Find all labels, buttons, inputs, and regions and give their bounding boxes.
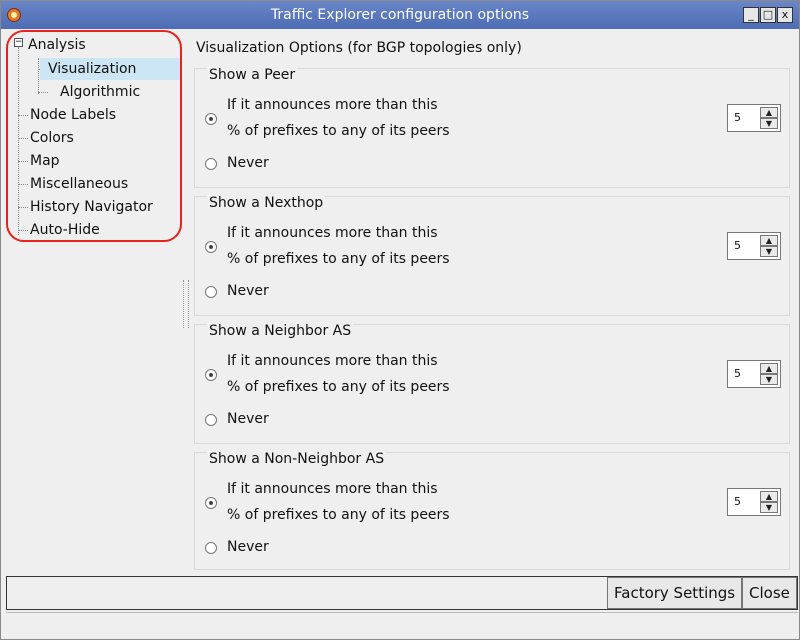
threshold-label-line2: % of prefixes to any of its peers [227,507,450,523]
spin-down-icon[interactable]: ▼ [760,374,778,385]
section-title: Show a Neighbor AS [207,323,354,339]
threshold-radio[interactable] [205,113,217,125]
spin-down-icon[interactable]: ▼ [760,246,778,257]
section-title: Show a Nexthop [207,195,326,211]
percent-spinner[interactable]: 5 ▲ ▼ [727,104,781,132]
threshold-label-line1: If it announces more than this [227,97,438,113]
section-title: Show a Peer [207,67,298,83]
spin-up-icon[interactable]: ▲ [760,491,778,502]
spinner-value: 5 [734,239,741,252]
spinner-value: 5 [734,495,741,508]
tree-item-node-labels[interactable]: Node Labels [30,104,116,126]
tree-item-history-navigator[interactable]: History Navigator [30,196,153,218]
threshold-label-line2: % of prefixes to any of its peers [227,123,450,139]
spin-down-icon[interactable]: ▼ [760,502,778,513]
maximize-button[interactable]: □ [760,7,776,23]
percent-spinner[interactable]: 5 ▲ ▼ [727,232,781,260]
spinner-value: 5 [734,111,741,124]
spin-up-icon[interactable]: ▲ [760,363,778,374]
minimize-button[interactable]: _ [743,7,759,23]
never-label: Never [227,539,269,555]
threshold-label-line2: % of prefixes to any of its peers [227,251,450,267]
never-radio[interactable] [205,542,217,554]
threshold-label-line1: If it announces more than this [227,225,438,241]
title-bar[interactable]: Traffic Explorer configuration options _… [1,1,799,29]
tree-item-visualization[interactable]: Visualization [40,58,182,80]
threshold-radio[interactable] [205,497,217,509]
section-show-nexthop: Show a Nexthop If it announces more than… [194,195,790,316]
section-title: Show a Non-Neighbor AS [207,451,387,467]
tree-connector [18,138,28,139]
spin-up-icon[interactable]: ▲ [760,107,778,118]
spin-down-icon[interactable]: ▼ [760,118,778,129]
pane-splitter[interactable] [183,280,189,328]
threshold-radio[interactable] [205,241,217,253]
spinner-value: 5 [734,367,741,380]
tree-connector [18,184,28,185]
tree-connector [38,92,48,93]
tree-connector [18,115,28,116]
never-label: Never [227,283,269,299]
never-radio[interactable] [205,158,217,170]
never-label: Never [227,411,269,427]
window-title: Traffic Explorer configuration options [270,7,530,23]
threshold-label-line1: If it announces more than this [227,353,438,369]
percent-spinner[interactable]: 5 ▲ ▼ [727,488,781,516]
percent-spinner[interactable]: 5 ▲ ▼ [727,360,781,388]
collapse-icon[interactable]: − [14,38,23,47]
tree-connector [18,207,28,208]
window-controls: _ □ x [743,7,793,23]
factory-settings-button[interactable]: Factory Settings [607,577,743,609]
tree-item-colors[interactable]: Colors [30,127,74,149]
never-label: Never [227,155,269,171]
section-show-neighbor-as: Show a Neighbor AS If it announces more … [194,323,790,444]
tree-connector [38,58,39,94]
tree-item-auto-hide[interactable]: Auto-Hide [30,219,100,241]
tree-connector [18,230,28,231]
tree-item-analysis[interactable]: Analysis [28,34,86,56]
never-radio[interactable] [205,414,217,426]
threshold-label-line1: If it announces more than this [227,481,438,497]
section-show-non-neighbor-as: Show a Non-Neighbor AS If it announces m… [194,451,790,570]
status-bar [6,612,798,639]
section-show-peer: Show a Peer If it announces more than th… [194,67,790,188]
never-radio[interactable] [205,286,217,298]
close-button[interactable]: Close [742,577,797,609]
spin-up-icon[interactable]: ▲ [760,235,778,246]
threshold-radio[interactable] [205,369,217,381]
visualization-options-panel: Visualization Options (for BGP topologie… [190,30,796,570]
tree-item-map[interactable]: Map [30,150,60,172]
tree-item-algorithmic[interactable]: Algorithmic [60,81,140,103]
close-window-button[interactable]: x [777,7,793,23]
tree-connector [18,161,28,162]
threshold-label-line2: % of prefixes to any of its peers [227,379,450,395]
panel-title: Visualization Options (for BGP topologie… [196,40,522,56]
tree-item-miscellaneous[interactable]: Miscellaneous [30,173,128,195]
